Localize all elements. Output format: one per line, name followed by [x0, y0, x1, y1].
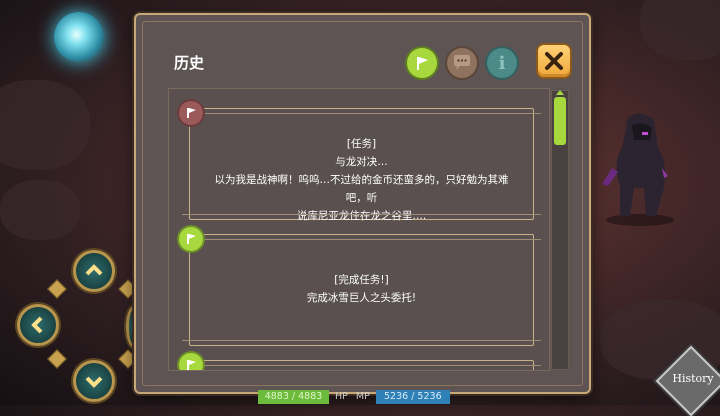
scroll-thumb[interactable]	[554, 97, 566, 145]
entry-line: 完成冰雪巨人之头委托!	[306, 292, 417, 304]
background-rock	[0, 180, 80, 240]
history-list[interactable]: [任务] 与龙对决… 以为我是战神啊！呜呜…不过给的金币还蛮多的，只好勉为其难吧…	[168, 88, 550, 371]
mp-value: 5236 / 5236	[375, 390, 450, 404]
tab-quest[interactable]	[407, 48, 437, 78]
hp-label: HP	[335, 391, 348, 402]
entry-line: [完成任务!]	[334, 274, 389, 286]
flag-icon	[417, 57, 428, 70]
entry-line: 说库尼亚龙住在龙之谷里….	[296, 210, 427, 222]
panel-title: 历史	[174, 54, 205, 72]
tab-info[interactable]: i	[487, 48, 517, 78]
info-icon: i	[498, 52, 506, 74]
dpad-down-button[interactable]	[73, 360, 115, 402]
entry-complete-icon	[179, 353, 203, 370]
flag-icon	[187, 234, 196, 244]
close-button[interactable]	[538, 45, 570, 77]
flag-icon	[187, 108, 196, 118]
history-entry: [任务] 与龙对决… 以为我是战神啊！呜呜…不过给的金币还蛮多的，只好勉为其难吧…	[182, 108, 541, 222]
history-button-label[interactable]: History	[668, 372, 718, 385]
entry-task-icon	[179, 101, 203, 125]
background-rock	[0, 80, 90, 170]
dark-knight-enemy	[602, 113, 674, 226]
chevron-left-icon	[31, 316, 43, 334]
entry-line: 以为我是战神啊！呜呜…不过给的金币还蛮多的，只好勉为其难吧，听	[214, 174, 509, 204]
speech-bubble-icon	[454, 55, 470, 70]
player-status-bar: 4883 / 4883 HP MP 5236 / 5236	[258, 390, 450, 404]
chevron-down-icon	[85, 376, 103, 388]
entry-line: [任务]	[346, 138, 377, 150]
dpad-up-button[interactable]	[73, 250, 115, 292]
chevron-up-icon	[85, 264, 103, 276]
magic-orb-icon[interactable]	[54, 12, 104, 62]
tab-chat[interactable]	[447, 48, 477, 78]
mp-label: MP	[355, 391, 370, 402]
dpad-left-button[interactable]	[17, 304, 59, 346]
history-scrollbar[interactable]	[551, 90, 569, 370]
flag-icon	[187, 360, 196, 370]
history-entry: [完成任务!] 完成冰雪巨人之头委托!	[182, 234, 541, 346]
history-panel: 历史 i [任务] 与龙对决… 以为我是战神啊！呜呜…不过给的金币还蛮多的，只好…	[134, 13, 591, 394]
history-entry	[182, 360, 541, 370]
entry-complete-icon	[179, 227, 203, 251]
scroll-up-icon[interactable]	[556, 90, 564, 95]
entry-line: 与龙对决…	[335, 156, 388, 168]
close-icon	[545, 52, 563, 70]
hp-value: 4883 / 4883	[258, 390, 329, 404]
background-rock	[640, 0, 720, 60]
